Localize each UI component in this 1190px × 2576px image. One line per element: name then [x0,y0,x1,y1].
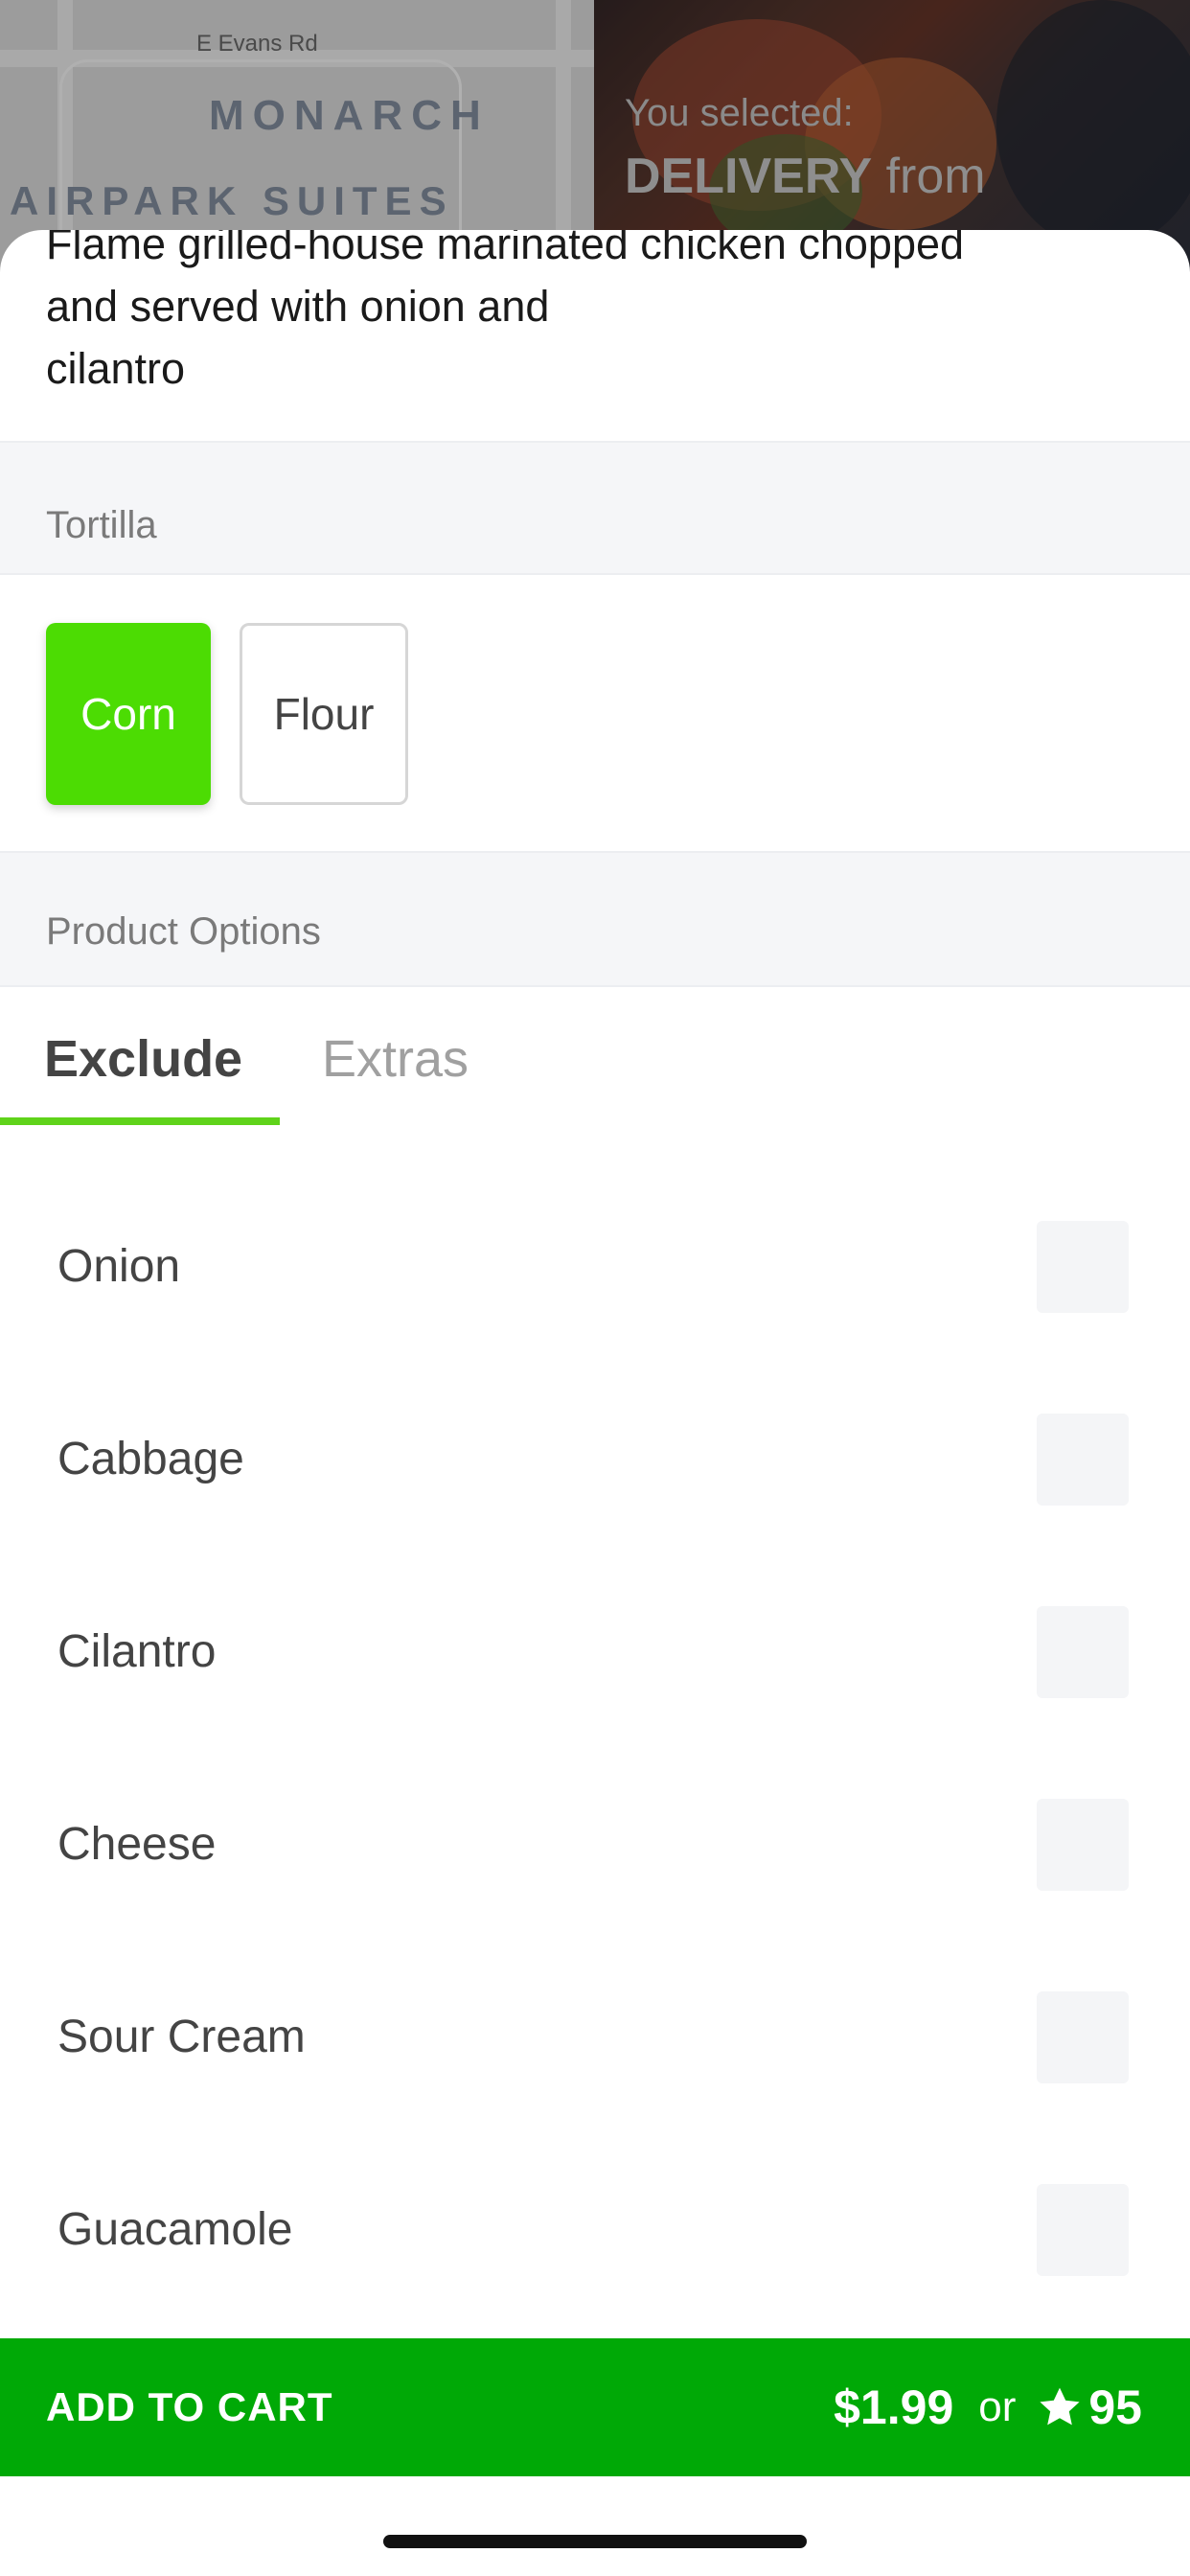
section-header-product-options: Product Options [0,851,1190,987]
option-checkbox[interactable] [1037,1221,1129,1313]
map-street-label: E Evans Rd [196,31,318,57]
option-checkbox[interactable] [1037,1991,1129,2083]
active-tab-indicator [0,1117,280,1125]
option-label: Sour Cream [57,2012,306,2062]
star-icon [1040,2387,1080,2426]
option-label: Onion [57,1241,181,1292]
cart-price-group: $1.99 or 95 [834,2380,1142,2435]
option-checkbox[interactable] [1037,1799,1129,1891]
map-area-label: MONARCH [209,92,490,139]
cart-or-label: or [978,2383,1017,2430]
option-checkbox[interactable] [1037,1606,1129,1698]
options-tabs: Exclude Extras [0,987,1190,1131]
description-line: cilantro [46,344,186,393]
section-header-tortilla: Tortilla [0,441,1190,575]
selection-mode: DELIVERY from [625,148,986,205]
map-area-label: AIRPARK SUITES [10,178,454,223]
tab-extras[interactable]: Extras [322,1029,469,1089]
option-row-cabbage[interactable]: Cabbage [0,1371,1190,1564]
selection-prefix: You selected: [625,92,854,134]
tab-exclude[interactable]: Exclude [44,1029,242,1089]
option-row-onion[interactable]: Onion [0,1179,1190,1371]
cart-price: $1.99 [834,2380,954,2434]
option-checkbox[interactable] [1037,2184,1129,2276]
tortilla-option-corn[interactable]: Corn [46,623,211,805]
option-label: Cheese [57,1819,217,1870]
option-row-sour-cream[interactable]: Sour Cream [0,1949,1190,2142]
delivery-label: DELIVERY [625,149,873,204]
description-line: and served with onion and [46,282,550,331]
section-title: Product Options [46,910,321,953]
option-label: Cabbage [57,1434,244,1484]
product-description: Flame grilled-house marinated chicken ch… [46,230,1157,400]
cart-points: 95 [1088,2380,1142,2434]
tortilla-option-flour[interactable]: Flour [240,623,408,805]
option-label: Guacamole [57,2204,293,2255]
product-sheet: Flame grilled-house marinated chicken ch… [0,230,1190,2576]
option-checkbox[interactable] [1037,1414,1129,1506]
add-to-cart-label: ADD TO CART [46,2384,333,2429]
home-indicator[interactable] [383,2535,807,2548]
section-title: Tortilla [46,504,157,546]
option-label: Cilantro [57,1626,217,1677]
option-row-cheese[interactable]: Cheese [0,1757,1190,1949]
selection-suffix: from [885,149,986,204]
option-row-guacamole[interactable]: Guacamole [0,2142,1190,2334]
description-line: Flame grilled-house marinated chicken ch… [46,230,965,268]
add-to-cart-button[interactable]: ADD TO CART $1.99 or 95 [0,2338,1190,2476]
option-row-cilantro[interactable]: Cilantro [0,1564,1190,1757]
